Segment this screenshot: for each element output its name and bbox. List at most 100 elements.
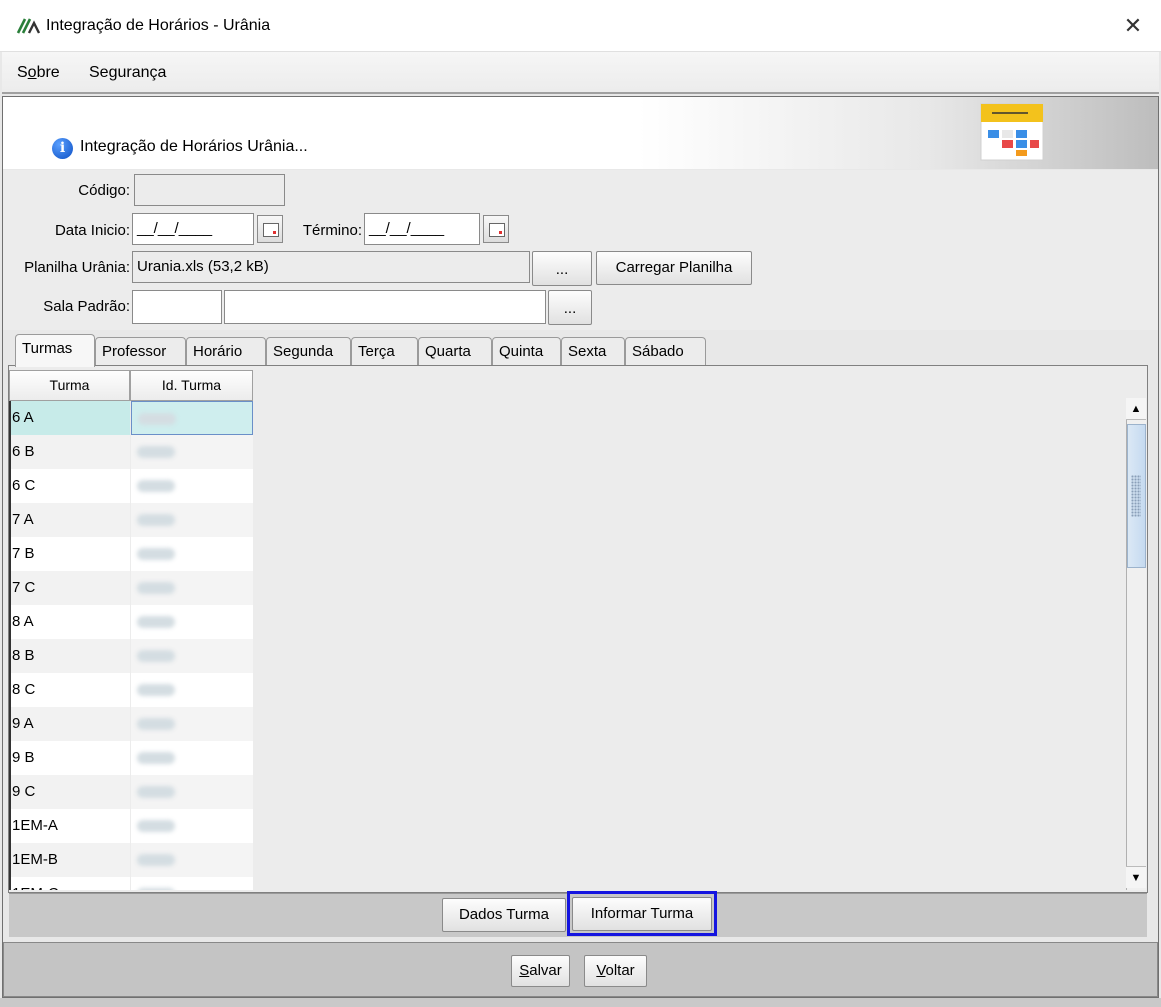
turma-cell[interactable]: 9 C [9,775,130,809]
tab-quarta[interactable]: Quarta [418,337,492,365]
turma-cell[interactable]: 7 A [9,503,130,537]
salvar-button[interactable]: Salvar [511,955,570,987]
scroll-down-arrow-icon[interactable]: ▼ [1126,866,1146,888]
id-turma-cell[interactable] [131,537,253,571]
id-turma-cell[interactable] [131,707,253,741]
tab-turmas[interactable]: Turmas [15,334,95,367]
redacted-value [137,616,175,628]
turma-cell[interactable]: 9 A [9,707,130,741]
table-row[interactable]: 6 C [9,469,253,503]
turma-cell[interactable]: 1EM-C [9,877,130,890]
table-row[interactable]: 6 B [9,435,253,469]
turma-cell[interactable]: 7 C [9,571,130,605]
id-turma-cell[interactable] [131,741,253,775]
menu-bar [2,52,1159,94]
tab-turmas-label: Turmas [22,340,73,357]
tab-sabado[interactable]: Sábado [625,337,706,365]
id-turma-cell[interactable] [131,639,253,673]
bottom-button-bar [3,942,1158,997]
menu-seguranca[interactable]: Segurança [89,64,166,82]
table-row[interactable]: 7 B [9,537,253,571]
tab-terca-label: Terça [358,343,395,360]
column-header-turma[interactable]: Turma [9,370,130,401]
app-logo-icon [16,18,41,34]
table-row[interactable]: 1EM-C [9,877,253,890]
turma-cell[interactable]: 6 B [9,435,130,469]
id-turma-cell[interactable] [131,469,253,503]
tab-horario-label: Horário [193,343,243,360]
turma-cell[interactable]: 6 C [9,469,130,503]
redacted-value [137,786,175,798]
table-row[interactable]: 8 A [9,605,253,639]
redacted-value [137,888,175,890]
tab-horario[interactable]: Horário [186,337,266,365]
id-turma-cell[interactable] [131,605,253,639]
redacted-value [137,854,175,866]
turma-cell[interactable]: 6 A [9,401,130,435]
redacted-value [137,514,175,526]
planilha-field[interactable]: Urania.xls (53,2 kB) [132,251,530,283]
menu-sobre[interactable]: Sobre [17,64,60,82]
sala-browse-button[interactable]: ... [548,290,592,325]
background-window-strip [0,998,1161,1007]
id-turma-cell[interactable] [131,401,253,435]
close-button[interactable]: ✕ [1118,12,1148,40]
planilha-browse-button[interactable]: ... [532,251,592,286]
redacted-value [137,752,175,764]
tab-sexta[interactable]: Sexta [561,337,625,365]
table-row[interactable]: 6 A [9,401,253,435]
id-turma-cell[interactable] [131,809,253,843]
data-inicio-calendar-button[interactable] [257,215,283,243]
id-turma-cell[interactable] [131,843,253,877]
menu-seguranca-label: Segurança [89,64,167,81]
table-row[interactable]: 9 A [9,707,253,741]
sala-codigo-field[interactable] [132,290,222,324]
id-turma-cell[interactable] [131,435,253,469]
voltar-label: Voltar [596,962,635,979]
menu-sobre-label: Sobre [17,64,60,81]
tab-terca[interactable]: Terça [351,337,418,365]
table-row[interactable]: 8 C [9,673,253,707]
tab-professor[interactable]: Professor [95,337,186,365]
termino-calendar-button[interactable] [483,215,509,243]
informar-turma-button[interactable]: Informar Turma [572,897,712,931]
tab-segunda-label: Segunda [273,343,334,360]
scrollbar-grip [1131,475,1141,517]
table-row[interactable]: 7 C [9,571,253,605]
voltar-button[interactable]: Voltar [584,955,647,987]
id-turma-cell[interactable] [131,571,253,605]
turma-cell[interactable]: 8 C [9,673,130,707]
redacted-value [137,582,175,594]
schedule-calendar-icon [980,103,1044,161]
column-header-id-turma[interactable]: Id. Turma [130,370,253,401]
id-turma-cell[interactable] [131,673,253,707]
redacted-value [138,413,176,425]
turma-cell[interactable]: 8 B [9,639,130,673]
table-row[interactable]: 9 C [9,775,253,809]
turma-cell[interactable]: 8 A [9,605,130,639]
dados-turma-button[interactable]: Dados Turma [442,898,566,932]
termino-field[interactable]: __/__/____ [364,213,480,245]
sala-nome-field[interactable] [224,290,546,324]
turma-cell[interactable]: 1EM-B [9,843,130,877]
table-row[interactable]: 1EM-A [9,809,253,843]
id-turma-cell[interactable] [131,503,253,537]
table-row[interactable]: 9 B [9,741,253,775]
window-title: Integração de Horários - Urânia [46,17,271,34]
tab-quinta[interactable]: Quinta [492,337,561,365]
codigo-label: Código: [78,182,130,199]
table-row[interactable]: 7 A [9,503,253,537]
turma-cell[interactable]: 9 B [9,741,130,775]
scroll-up-arrow-icon[interactable]: ▲ [1126,398,1146,420]
turma-cell[interactable]: 7 B [9,537,130,571]
table-row[interactable]: 1EM-B [9,843,253,877]
carregar-planilha-button[interactable]: Carregar Planilha [596,251,752,285]
id-turma-cell[interactable] [131,877,253,890]
codigo-field[interactable] [134,174,285,206]
header-text: Integração de Horários Urânia... [80,138,308,155]
data-inicio-field[interactable]: __/__/____ [132,213,254,245]
turma-cell[interactable]: 1EM-A [9,809,130,843]
id-turma-cell[interactable] [131,775,253,809]
tab-segunda[interactable]: Segunda [266,337,351,365]
table-row[interactable]: 8 B [9,639,253,673]
